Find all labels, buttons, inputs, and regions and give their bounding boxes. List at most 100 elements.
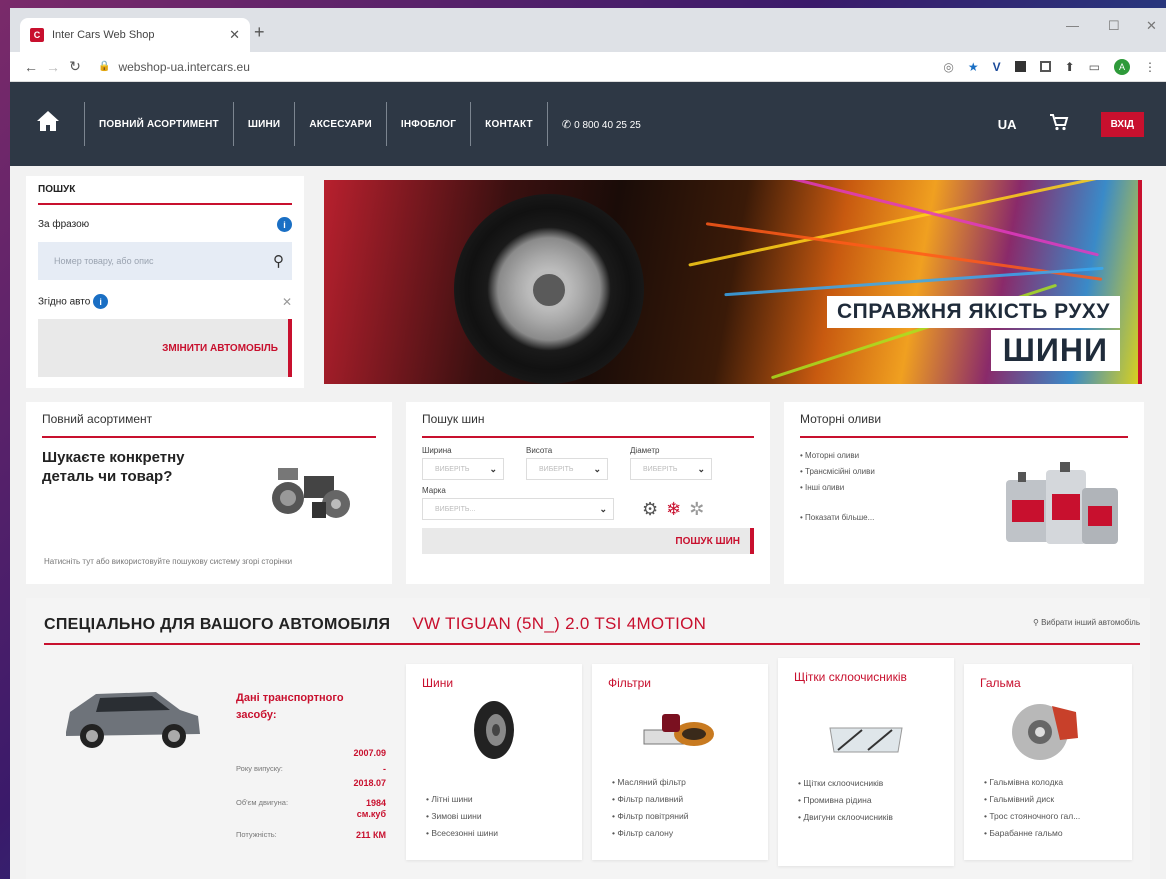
url-field[interactable]: 🔒 webshop-ua.intercars.eu (98, 60, 943, 74)
home-icon[interactable] (36, 110, 76, 138)
card-link[interactable]: Масляний фільтр (612, 774, 688, 791)
vehicle-year-row: Року випуску: - (236, 764, 386, 774)
card-link[interactable]: Трос стояночного гал... (984, 808, 1080, 825)
phrase-label: За фразою (38, 219, 90, 230)
vehicle-year-sep: - (383, 764, 386, 774)
vehicle-power-row: Потужність: 211 КМ (236, 830, 386, 840)
card-title: Гальма (980, 676, 1021, 690)
card-link[interactable]: Фільтр паливний (612, 791, 688, 808)
nav-full-range[interactable]: ПОВНИЙ АСОРТИМЕНТ (93, 119, 225, 130)
power-label: Потужність: (236, 830, 277, 839)
nav-infoblog[interactable]: ІНФОБЛОГ (395, 119, 462, 130)
all-season-icon[interactable]: ✲ (689, 499, 704, 520)
choose-other-car-link[interactable]: ⚲ Вибрати інший автомобіль (1033, 618, 1140, 627)
search-icon[interactable]: ⚲ (273, 252, 284, 270)
width-label: Ширина (422, 446, 452, 455)
card-link[interactable]: Гальмівна колодка (984, 774, 1080, 791)
language-switch[interactable]: UA (998, 117, 1017, 132)
nav-tires[interactable]: ШИНИ (242, 119, 286, 130)
search-title: ПОШУК (38, 176, 292, 205)
clear-car-icon[interactable]: ✕ (282, 295, 292, 309)
power-value: 211 КМ (355, 830, 386, 840)
browser-window: C Inter Cars Web Shop ✕ + — ☐ ✕ ← → ↻ 🔒 … (10, 8, 1166, 879)
header-right: UA ВХІД (998, 111, 1166, 137)
brand-select[interactable]: ВИБЕРІТЬ... ⌄ (422, 498, 614, 520)
extension-arrow-icon[interactable]: ⬆ (1065, 60, 1075, 74)
search-panel: ПОШУК За фразою i Номер товару, або опис… (26, 176, 304, 388)
card-link[interactable]: Гальмівний диск (984, 791, 1080, 808)
engine-value: 1984 см.куб (356, 798, 386, 819)
card-list: Масляний фільтр Фільтр паливний Фільтр п… (612, 774, 688, 842)
extension-grid-icon[interactable] (1039, 61, 1051, 72)
card-link[interactable]: Промивна рідина (798, 792, 893, 809)
forward-icon[interactable]: → (42, 59, 64, 75)
browser-tab[interactable]: C Inter Cars Web Shop ✕ (20, 18, 250, 52)
nav-divider (470, 102, 472, 146)
change-car-button[interactable]: ЗМІНИТИ АВТОМОБІЛЬ (38, 319, 292, 377)
minimize-icon[interactable]: — (1066, 18, 1079, 33)
search-input[interactable]: Номер товару, або опис ⚲ (38, 242, 292, 280)
brand-value: ВИБЕРІТЬ... (435, 505, 476, 513)
maximize-icon[interactable]: ☐ (1108, 18, 1120, 34)
cart-icon[interactable] (1049, 113, 1069, 136)
window-close-icon[interactable]: ✕ (1146, 18, 1157, 34)
winter-snowflake-icon[interactable]: ❄ (666, 499, 681, 520)
target-icon[interactable]: ◎ (943, 60, 953, 74)
category-card-brakes[interactable]: Гальма Гальмівна колодка Гальмівний диск… (964, 664, 1132, 860)
card-link[interactable]: Фільтр повітряний (612, 808, 688, 825)
wheel-hub (529, 270, 569, 310)
extension-v-icon[interactable]: V (993, 60, 1001, 74)
phone-number: 0 800 40 25 25 (574, 119, 641, 131)
nav-accessories[interactable]: АКСЕСУАРИ (303, 119, 378, 130)
card-link[interactable]: Фільтр салону (612, 825, 688, 842)
cast-icon[interactable]: ▭ (1089, 60, 1100, 74)
special-title-row: СПЕЦІАЛЬНО ДЛЯ ВАШОГО АВТОМОБІЛЯ VW TIGU… (44, 614, 706, 634)
card-link[interactable]: Барабанне гальмо (984, 825, 1080, 842)
nav-divider (385, 102, 387, 146)
phrase-row: За фразою i (38, 217, 292, 232)
profile-avatar[interactable]: A (1114, 58, 1130, 75)
card-link[interactable]: Зимові шини (426, 808, 498, 825)
info-icon[interactable]: i (93, 294, 109, 309)
menu-icon[interactable]: ⋮ (1144, 60, 1156, 74)
special-title: СПЕЦІАЛЬНО ДЛЯ ВАШОГО АВТОМОБІЛЯ (44, 616, 391, 633)
nav-divider (232, 102, 234, 146)
phone-link[interactable]: ✆ 0 800 40 25 25 (556, 118, 641, 131)
diameter-select[interactable]: ВИБЕРІТЬ ⌄ (630, 458, 712, 480)
extension-square-icon[interactable] (1014, 61, 1026, 72)
vehicle-year-from-row: 2007.09 (236, 748, 386, 758)
promo-banner[interactable]: СПРАВЖНЯ ЯКІСТЬ РУХУ ШИНИ (324, 180, 1142, 384)
category-card-wipers[interactable]: Щітки склоочисників Щітки склоочисників … (778, 658, 954, 866)
tire-search-button[interactable]: ПОШУК ШИН (422, 528, 754, 554)
card-title: Щітки склоочисників (794, 670, 907, 684)
card-link[interactable]: Щітки склоочисників (798, 775, 893, 792)
reload-icon[interactable]: ↻ (64, 58, 86, 75)
category-card-tires[interactable]: Шини Літні шини Зимові шини Всесезонні ш… (406, 664, 582, 860)
tab-close-icon[interactable]: ✕ (229, 27, 240, 43)
login-button[interactable]: ВХІД (1100, 111, 1144, 137)
card-link[interactable]: Літні шини (426, 791, 498, 808)
height-select[interactable]: ВИБЕРІТЬ ⌄ (526, 458, 608, 480)
back-icon[interactable]: ← (20, 59, 42, 75)
new-tab-button[interactable]: + (254, 22, 265, 43)
card-link[interactable]: Двигуни склоочисників (798, 809, 893, 826)
vehicle-year-to: 2018.07 (353, 778, 386, 788)
summer-tire-icon[interactable]: ⚙ (642, 499, 658, 520)
category-card-filters[interactable]: Фільтри Масляний фільтр Фільтр паливний … (592, 664, 768, 860)
full-range-box[interactable]: Повний асортимент Шукаєте конкретну дета… (26, 402, 392, 584)
bookmark-star-icon[interactable]: ★ (968, 60, 979, 74)
chevron-down-icon: ⌄ (697, 463, 705, 474)
width-select[interactable]: ВИБЕРІТЬ ⌄ (422, 458, 504, 480)
nav-contact[interactable]: КОНТАКТ (479, 119, 539, 130)
nav-divider (546, 102, 548, 146)
card-link[interactable]: Всесезонні шини (426, 825, 498, 842)
brand-row: Марка ВИБЕРІТЬ... ⌄ ⚙ ❄ ✲ (422, 486, 754, 520)
tire-search-box: Пошук шин Ширина ВИБЕРІТЬ ⌄ Висота ВИБЕРІ… (406, 402, 770, 584)
year-label: Року випуску: (236, 764, 283, 773)
page-content: ПОШУК За фразою i Номер товару, або опис… (10, 166, 1166, 879)
info-icon[interactable]: i (277, 217, 292, 232)
width-value: ВИБЕРІТЬ (435, 465, 470, 473)
card-list: Літні шини Зимові шини Всесезонні шини (426, 791, 498, 842)
height-value: ВИБЕРІТЬ (539, 465, 574, 473)
vehicle-year-to-row: 2018.07 (236, 778, 386, 788)
